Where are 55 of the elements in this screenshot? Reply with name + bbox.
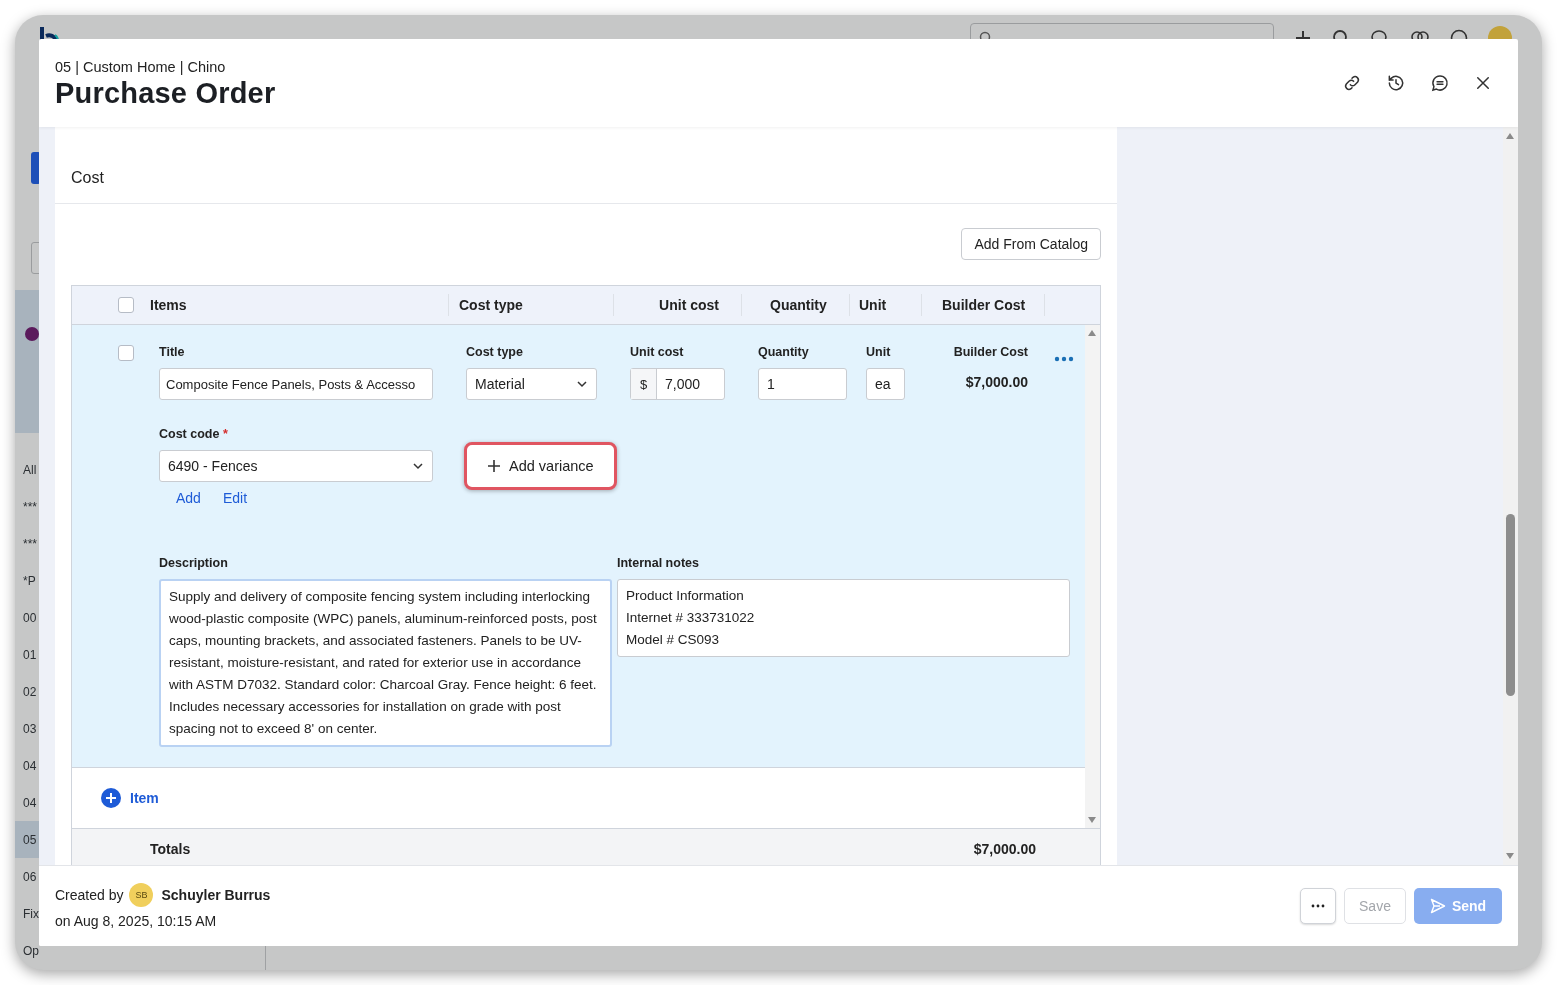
quantity-field[interactable]: 1	[758, 368, 847, 400]
sidebar-item[interactable]: 06	[23, 869, 37, 884]
column-header: Quantity	[770, 297, 827, 313]
created-by-label: Created by	[55, 887, 124, 903]
field-label: Cost type	[466, 345, 524, 360]
sidebar-item[interactable]: 01	[23, 647, 37, 662]
builder-cost-value: $7,000.00	[965, 374, 1028, 390]
cost-type-select[interactable]: Material	[466, 368, 597, 400]
created-date: on Aug 8, 2025, 10:15 AM	[55, 913, 218, 929]
sidebar-item[interactable]: Fix	[23, 906, 39, 921]
field-label: Description	[159, 556, 229, 571]
column-header: Unit	[859, 297, 887, 313]
internal-notes-field[interactable]: Product Information Internet # 333731022 Model # CS093	[617, 579, 1070, 657]
title-field[interactable]: Composite Fence Panels, Posts & Accesso	[159, 368, 433, 400]
sidebar-item[interactable]: All	[23, 462, 37, 477]
totals-label: Totals	[150, 841, 191, 857]
select-value: 6490 - Fences	[168, 458, 258, 474]
column-header: Items	[150, 297, 187, 313]
unit-cost-value: 7,000	[664, 375, 702, 394]
add-variance-button[interactable]: Add variance	[464, 442, 617, 490]
breadcrumb: 05 | Custom Home | Chino	[55, 58, 227, 75]
add-from-catalog-button[interactable]: Add From Catalog	[961, 228, 1101, 260]
link[interactable]: Add	[176, 490, 201, 506]
page-title: Purchase Order	[55, 76, 276, 110]
field-label: Unit	[866, 345, 892, 360]
link[interactable]: Edit	[222, 490, 248, 506]
field-label: Builder Cost	[953, 345, 1028, 360]
sidebar-item[interactable]: 02	[23, 684, 37, 699]
sidebar-item[interactable]: Op	[23, 943, 39, 958]
field-label: Cost code *	[159, 427, 229, 442]
sidebar-item[interactable]: *P	[23, 573, 36, 588]
column-header: Cost type	[459, 297, 523, 313]
currency-symbol: $	[631, 369, 657, 399]
user-avatar: SB	[129, 883, 154, 907]
column-header: Unit cost	[659, 297, 719, 313]
sidebar-item[interactable]: 03	[23, 721, 37, 736]
sidebar-item[interactable]: ***	[23, 499, 37, 514]
select-value: Material	[475, 376, 525, 392]
unit-cost-field[interactable]: $ 7,000	[630, 368, 725, 400]
cost-code-select[interactable]: 6490 - Fences	[159, 450, 433, 482]
field-label: Unit cost	[630, 345, 685, 360]
sidebar-item[interactable]: ***	[23, 536, 37, 551]
section-title: Cost	[71, 169, 104, 187]
unit-field[interactable]: ea	[866, 368, 905, 400]
user-name: Schuyler Burrus	[161, 887, 271, 903]
sidebar-item[interactable]: 05	[23, 832, 37, 847]
totals-value: $7,000.00	[973, 841, 1036, 857]
sidebar-item[interactable]: 00	[23, 610, 37, 625]
field-label: Internal notes	[617, 556, 700, 571]
field-label: Title	[159, 345, 186, 360]
column-header: Builder Cost	[942, 297, 1026, 313]
description-field[interactable]: Supply and delivery of composite fencing system including interlocking wood-plastic composite (WPC) panels, aluminum-reinforced posts, post caps, mounting brackets, and associated fasteners. Panels to be UV-resistant, moisture-resistant, and rated for exterior use in accordance with ASTM D7032. Standard color: Charcoal Gray. Fence height: 6 feet. Includes necessary accessories for installation on grade with post spacing not to exceed 8' on center.	[159, 579, 612, 747]
field-label: Quantity	[758, 345, 810, 360]
sidebar-item[interactable]: 04	[23, 758, 37, 773]
sidebar-item[interactable]: 04	[23, 795, 37, 810]
